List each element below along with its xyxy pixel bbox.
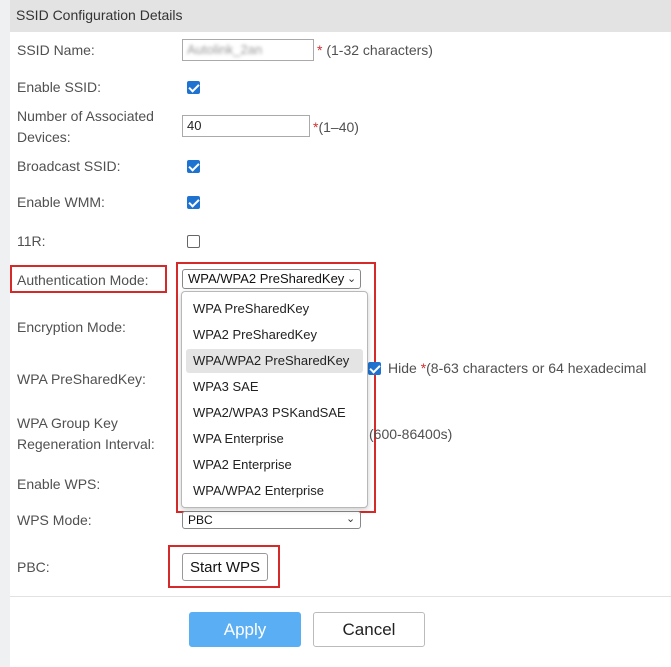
- associated-devices-label-line1: Number of Associated: [17, 108, 154, 124]
- ssid-name-label: SSID Name:: [17, 42, 95, 58]
- auth-option[interactable]: WPA3 SAE: [186, 375, 363, 399]
- associated-devices-value: 40: [187, 118, 202, 133]
- associated-devices-input[interactable]: 40: [182, 115, 310, 137]
- start-wps-button[interactable]: Start WPS: [182, 553, 268, 581]
- wpa-psk-hint: Hide *(8-63 characters or 64 hexadecimal: [388, 360, 647, 376]
- auth-option-selected[interactable]: WPA/WPA2 PreSharedKey: [186, 349, 363, 373]
- wpa-psk-label: WPA PreSharedKey:: [17, 371, 146, 387]
- enable-wps-label: Enable WPS:: [17, 476, 101, 492]
- enable-wmm-label: Enable WMM:: [17, 194, 105, 210]
- ssid-name-value: Autolink_2an: [187, 42, 263, 57]
- associated-devices-label-line2: Devices:: [17, 129, 71, 145]
- broadcast-ssid-checkbox[interactable]: [187, 160, 200, 173]
- auth-option[interactable]: WPA Enterprise: [186, 427, 363, 451]
- 11r-checkbox[interactable]: [187, 235, 200, 248]
- associated-devices-hint: *(1–40): [313, 119, 359, 135]
- auth-option[interactable]: WPA2/WPA3 PSKandSAE: [186, 401, 363, 425]
- ssid-name-hint: * (1-32 characters): [317, 42, 433, 58]
- wpa-group-key-label-line2: Regeneration Interval:: [17, 436, 155, 452]
- encryption-mode-label: Encryption Mode:: [17, 319, 126, 335]
- auth-mode-selected: WPA/WPA2 PreSharedKey: [188, 271, 345, 286]
- auth-mode-dropdown: WPA PreSharedKey WPA2 PreSharedKey WPA/W…: [181, 291, 368, 508]
- auth-option[interactable]: WPA2 PreSharedKey: [186, 323, 363, 347]
- wps-mode-selected: PBC: [188, 513, 213, 527]
- ssid-name-input[interactable]: Autolink_2an: [182, 39, 314, 61]
- broadcast-ssid-label: Broadcast SSID:: [17, 158, 121, 174]
- auth-mode-label: Authentication Mode:: [17, 272, 149, 288]
- auth-option[interactable]: WPA/WPA2 Enterprise: [186, 479, 363, 503]
- cancel-button[interactable]: Cancel: [313, 612, 425, 647]
- auth-mode-select[interactable]: WPA/WPA2 PreSharedKey: [182, 269, 361, 289]
- wpa-group-key-label-line1: WPA Group Key: [17, 415, 118, 431]
- apply-button[interactable]: Apply: [189, 612, 301, 647]
- wps-mode-label: WPS Mode:: [17, 512, 92, 528]
- wpa-group-key-hint: (600-86400s): [369, 426, 453, 442]
- auth-option[interactable]: WPA2 Enterprise: [186, 453, 363, 477]
- section-title: SSID Configuration Details: [16, 7, 183, 23]
- pbc-label: PBC:: [17, 559, 50, 575]
- enable-wmm-checkbox[interactable]: [187, 196, 200, 209]
- wps-mode-select[interactable]: PBC: [182, 511, 361, 529]
- 11r-label: 11R:: [17, 233, 46, 249]
- auth-option[interactable]: WPA PreSharedKey: [186, 297, 363, 321]
- enable-ssid-checkbox[interactable]: [187, 81, 200, 94]
- section-header: SSID Configuration Details: [10, 0, 671, 32]
- chevron-down-icon: ⌄: [346, 513, 356, 525]
- enable-ssid-label: Enable SSID:: [17, 79, 102, 95]
- hide-checkbox[interactable]: [368, 362, 381, 375]
- chevron-down-icon: ⌄: [347, 273, 357, 285]
- divider: [10, 596, 671, 597]
